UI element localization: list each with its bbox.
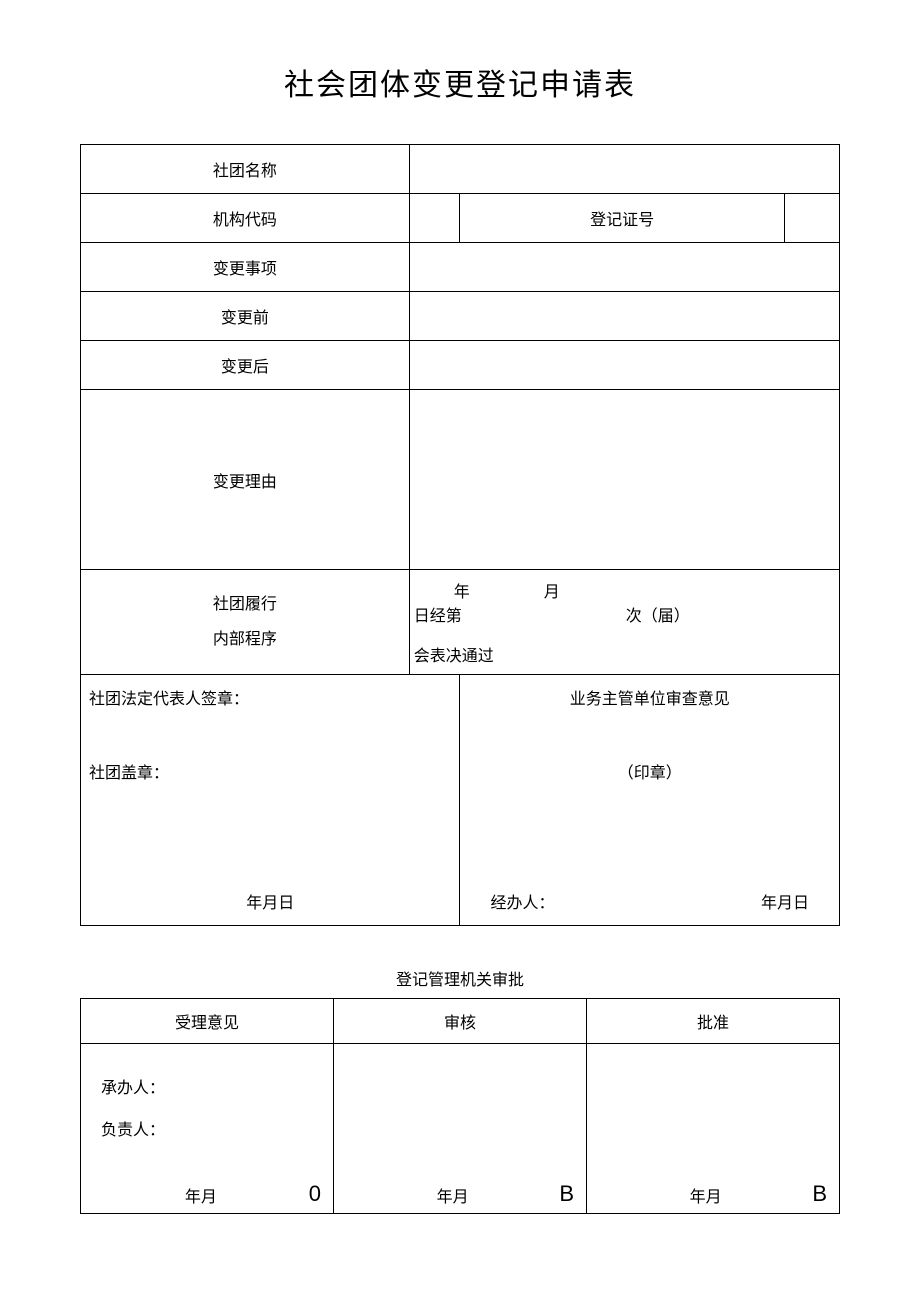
approval-subtitle: 登记管理机关审批 [80,966,840,990]
label-reason: 变更理由 [81,390,410,570]
accept-ym: 年月 [93,1183,309,1207]
proc-ci: 次（届） [626,602,690,626]
sign-left-date: 年月日 [81,889,459,913]
approval-table: 受理意见 审核 批准 承办人： 负责人： 年月 0 年月 B 年月 B [80,998,840,1214]
accept-cell[interactable]: 承办人： 负责人： 年月 0 [81,1044,334,1214]
accept-handler-label: 承办人： [101,1074,313,1098]
review-cell[interactable]: 年月 B [334,1044,587,1214]
label-reg-no: 登记证号 [460,194,784,243]
header-approve: 批准 [587,999,840,1044]
legal-rep-sign-box[interactable]: 社团法定代表人签章： 社团盖章： 年月日 [81,675,459,925]
value-reason[interactable] [409,390,839,570]
value-before[interactable] [409,292,839,341]
seal-text: （印章） [468,759,831,783]
supervisor-review-label: 业务主管单位审查意见 [468,685,831,709]
review-ym: 年月 [346,1183,559,1207]
label-proc-line1: 社团履行 [89,587,401,622]
org-seal-label: 社团盖章： [89,759,451,783]
value-change-item[interactable] [409,243,839,292]
accept-marker: 0 [309,1181,321,1207]
header-review: 审核 [334,999,587,1044]
proc-day: 日经第 [414,602,462,626]
legal-rep-sign-label: 社团法定代表人签章： [89,685,451,709]
label-org-name: 社团名称 [81,145,410,194]
label-org-code: 机构代码 [81,194,410,243]
label-before: 变更前 [81,292,410,341]
supervisor-review-box[interactable]: 业务主管单位审查意见 （印章） 经办人： 年月日 [460,675,839,925]
value-after[interactable] [409,341,839,390]
page-title: 社会团体变更登记申请表 [80,60,840,104]
value-reg-no[interactable] [784,194,839,243]
review-marker: B [559,1181,574,1207]
procedure-line1[interactable]: 年 月 日经第 次（届） [409,570,839,635]
approve-cell[interactable]: 年月 B [587,1044,840,1214]
approve-ym: 年月 [599,1183,812,1207]
value-org-name[interactable] [409,145,839,194]
label-procedure: 社团履行 内部程序 [81,570,410,675]
procedure-line2: 会表决通过 [409,634,839,675]
approve-marker: B [812,1181,827,1207]
handler-label: 经办人： [490,889,554,913]
label-change-item: 变更事项 [81,243,410,292]
header-accept: 受理意见 [81,999,334,1044]
label-proc-line2: 内部程序 [89,622,401,657]
label-after: 变更后 [81,341,410,390]
value-org-code[interactable] [409,194,460,243]
main-form-table: 社团名称 机构代码 登记证号 变更事项 变更前 变更后 变更理由 社团履行 内部… [80,144,840,926]
sign-right-date: 年月日 [761,889,809,913]
proc-month: 月 [544,578,560,602]
proc-year: 年 [454,578,470,602]
accept-responsible-label: 负责人： [101,1116,313,1140]
